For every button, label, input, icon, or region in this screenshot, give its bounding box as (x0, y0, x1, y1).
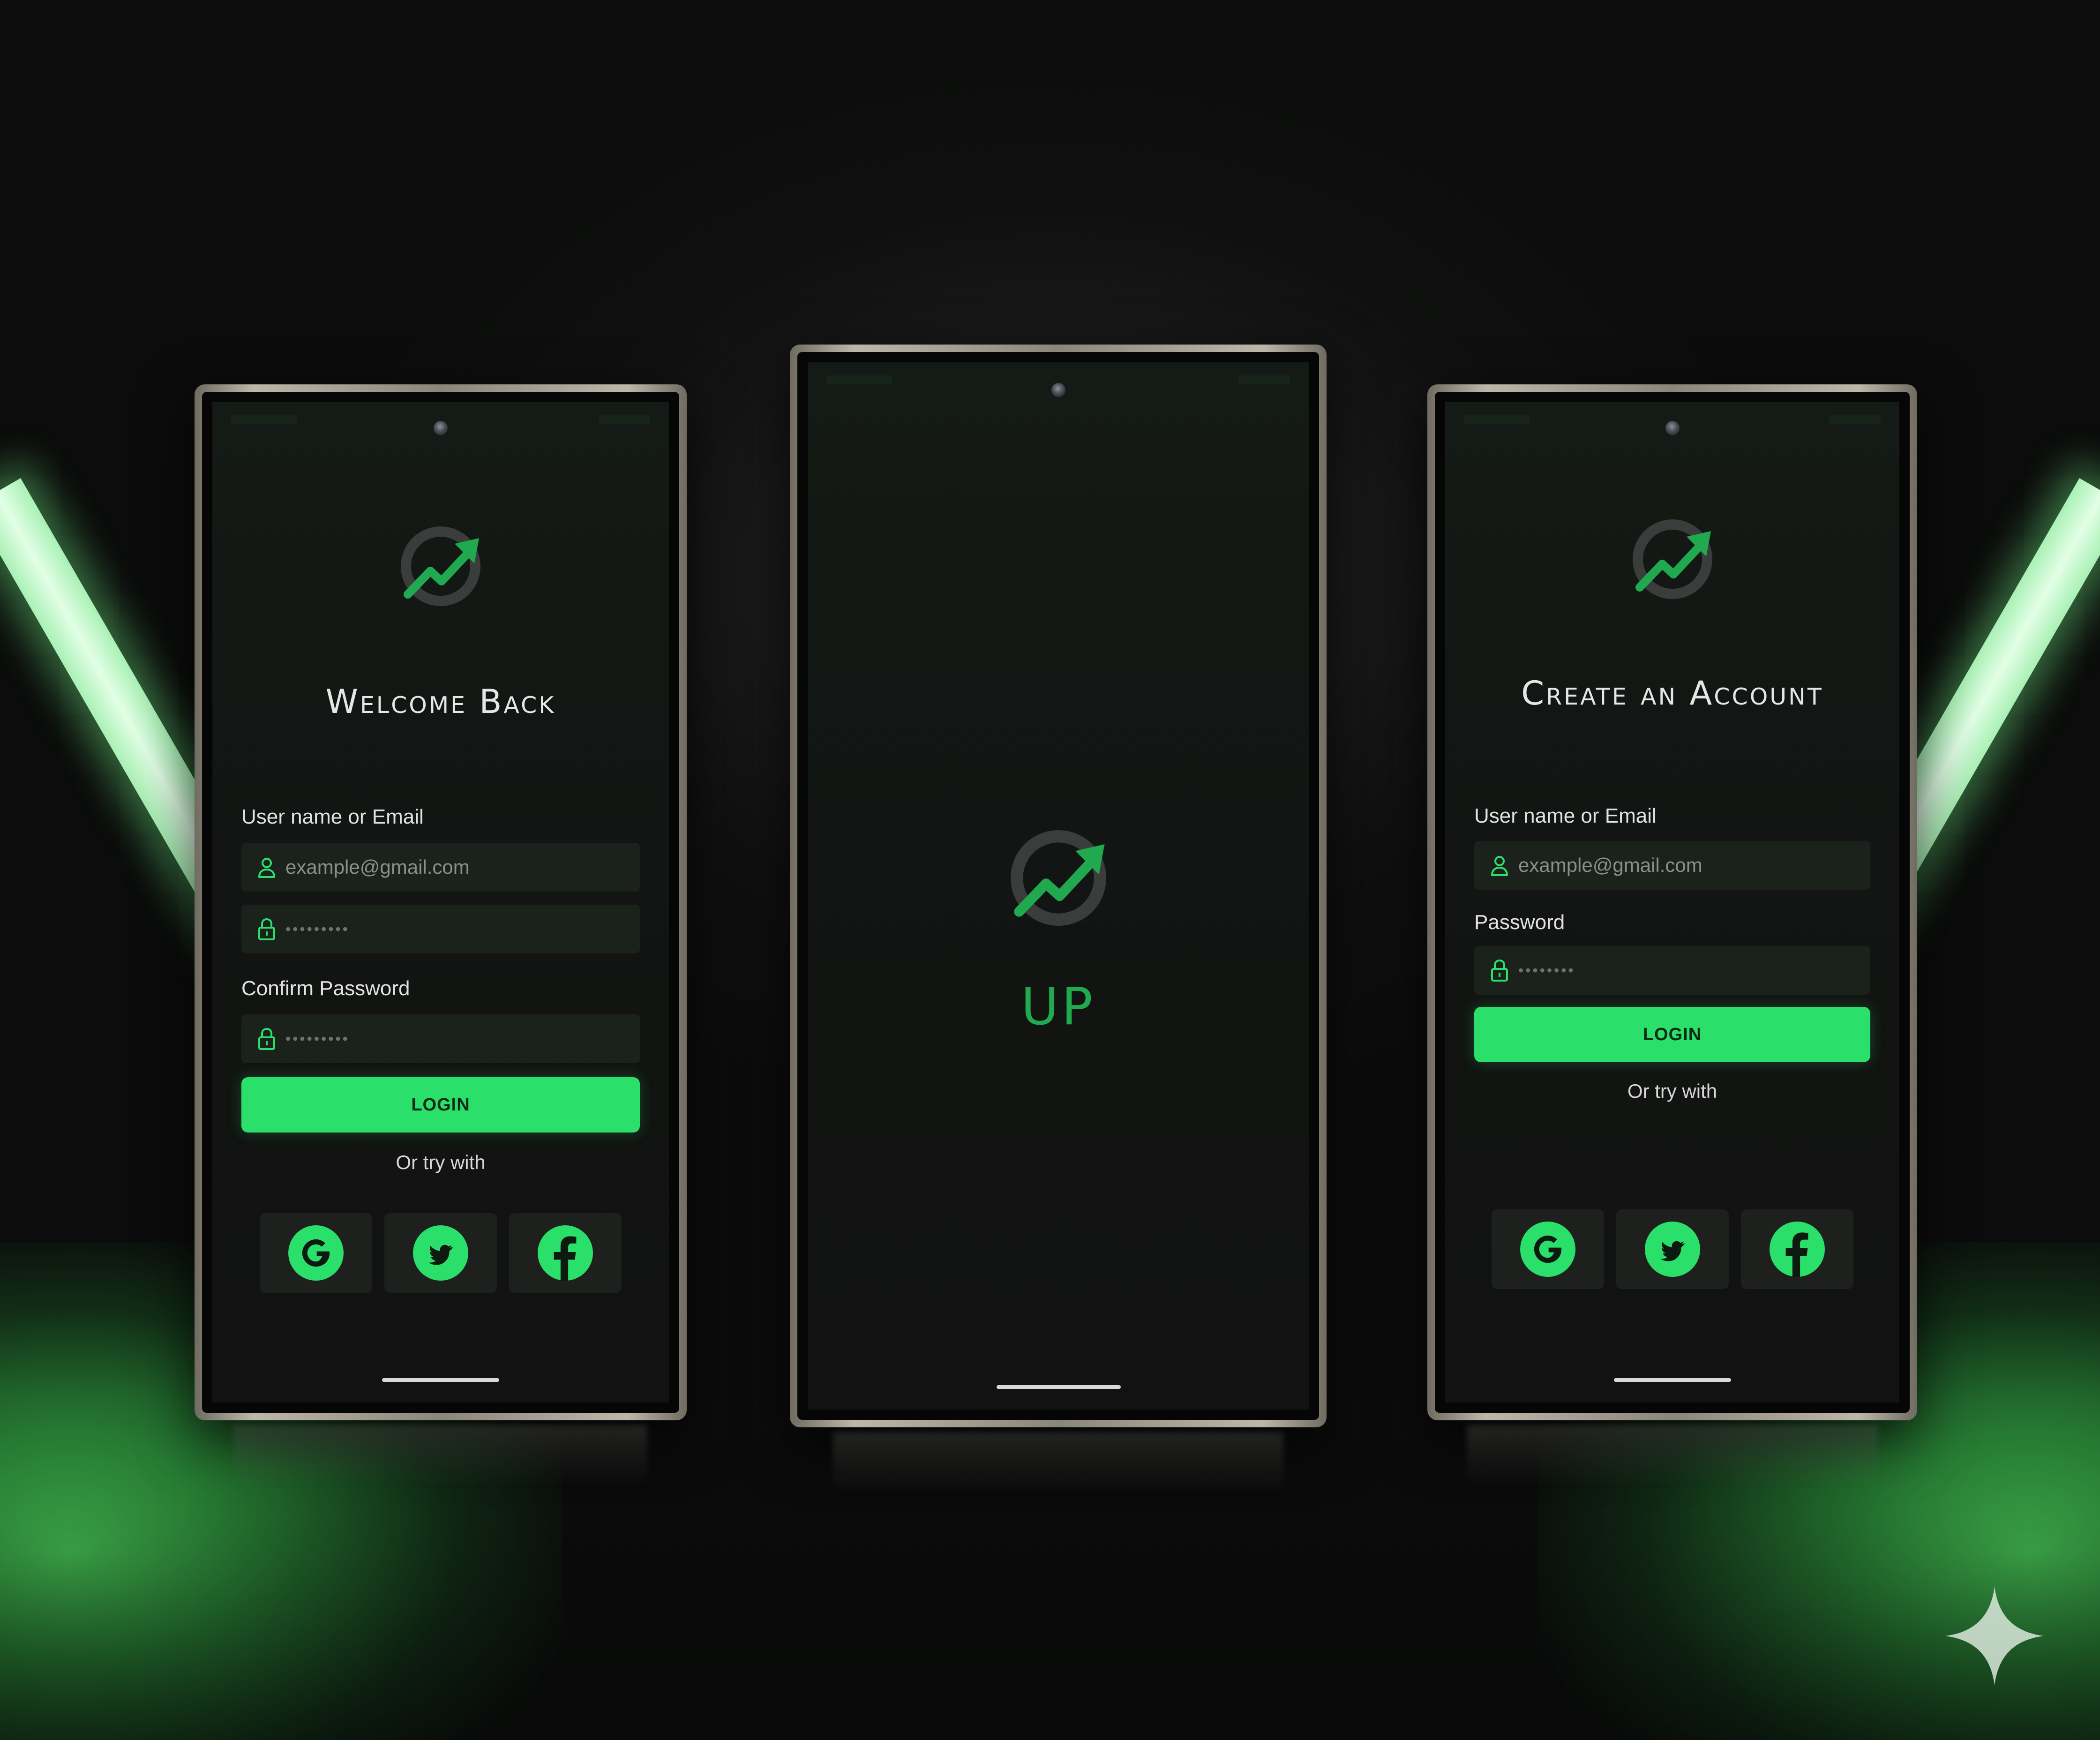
app-logo-icon (1002, 822, 1115, 934)
status-time (826, 375, 892, 384)
google-login-button[interactable] (1491, 1209, 1604, 1289)
phone-splash: UP (790, 345, 1327, 1427)
password-input[interactable]: ••••••••• (241, 905, 640, 953)
confirm-password-input[interactable]: ••••••••• (241, 1014, 640, 1063)
google-icon (288, 1225, 344, 1281)
username-value: example@gmail.com (1518, 854, 1702, 876)
login-button[interactable]: LOGIN (241, 1077, 640, 1132)
twitter-icon (413, 1225, 468, 1281)
app-name-title: UP (1021, 976, 1095, 1036)
app-logo-icon (394, 519, 488, 613)
front-camera (1051, 383, 1065, 397)
confirm-password-label: Confirm Password (241, 977, 410, 1000)
front-camera (434, 421, 448, 435)
phone-signup: Create an Account User name or Email exa… (1427, 384, 1917, 1420)
status-icons (1238, 375, 1290, 384)
twitter-login-button[interactable] (1616, 1209, 1729, 1289)
page-title: Create an Account (1521, 674, 1823, 712)
twitter-login-button[interactable] (384, 1213, 497, 1293)
facebook-login-button[interactable] (509, 1213, 622, 1293)
status-time (1464, 415, 1530, 424)
social-login-row (212, 1213, 669, 1293)
password-label: Password (1474, 911, 1565, 934)
home-indicator[interactable] (382, 1378, 499, 1382)
twitter-icon (1644, 1222, 1700, 1277)
or-try-with-text: Or try with (396, 1151, 486, 1173)
app-logo-icon (1626, 512, 1719, 606)
lock-icon (256, 917, 277, 941)
confirm-password-value: ••••••••• (285, 1030, 350, 1047)
home-indicator[interactable] (996, 1385, 1121, 1389)
lock-icon (1489, 959, 1510, 982)
username-label: User name or Email (1474, 804, 1657, 827)
user-icon (1489, 854, 1510, 877)
status-icons (1829, 415, 1881, 424)
signup-screen: Create an Account User name or Email exa… (1435, 392, 1910, 1413)
user-icon (256, 855, 277, 879)
sparkle-icon (1945, 1587, 2044, 1685)
page-title: Welcome Back (325, 682, 556, 721)
facebook-icon (538, 1225, 593, 1281)
username-input[interactable]: example@gmail.com (1474, 841, 1870, 890)
password-value: •••••••• (1518, 961, 1575, 979)
password-value: ••••••••• (285, 920, 350, 938)
facebook-icon (1769, 1222, 1825, 1277)
google-login-button[interactable] (260, 1213, 372, 1293)
status-icons (599, 415, 650, 424)
password-input[interactable]: •••••••• (1474, 946, 1870, 995)
front-camera (1665, 421, 1680, 435)
lock-icon (256, 1027, 277, 1050)
status-time (231, 415, 297, 424)
facebook-login-button[interactable] (1740, 1209, 1853, 1289)
username-value: example@gmail.com (285, 856, 470, 878)
or-try-with-text: Or try with (1627, 1080, 1718, 1102)
home-indicator[interactable] (1613, 1378, 1731, 1382)
phone-login: Welcome Back User name or Email example@… (195, 384, 687, 1420)
username-label: User name or Email (241, 805, 424, 828)
google-icon (1520, 1222, 1575, 1277)
social-login-row (1445, 1209, 1899, 1289)
login-button[interactable]: LOGIN (1474, 1007, 1870, 1062)
login-screen: Welcome Back User name or Email example@… (202, 392, 679, 1413)
splash-screen: UP (797, 352, 1319, 1420)
username-input[interactable]: example@gmail.com (241, 843, 640, 892)
